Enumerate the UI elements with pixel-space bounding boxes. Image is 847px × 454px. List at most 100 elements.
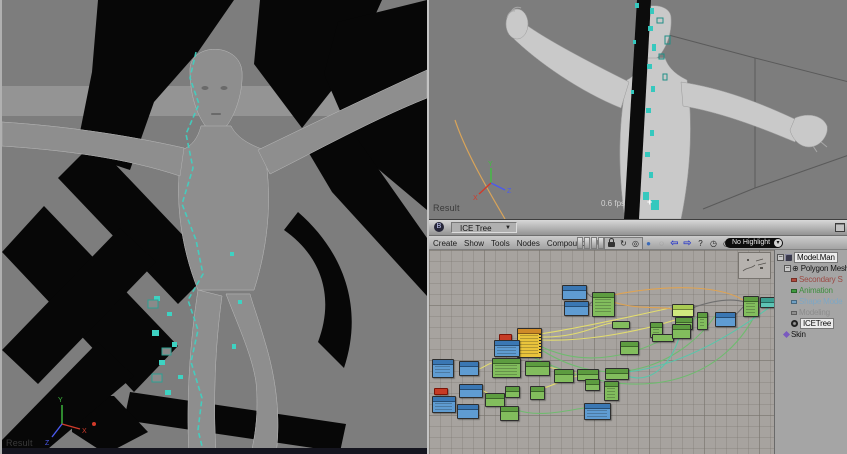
node-header <box>460 385 482 390</box>
graph-node[interactable] <box>517 328 542 358</box>
nav-back-button[interactable]: ⇦ <box>669 238 680 249</box>
node-header <box>716 313 735 318</box>
lock-icon <box>608 242 615 247</box>
navigator-marks <box>739 253 770 278</box>
expander-icon[interactable]: − <box>784 265 791 272</box>
graph-node[interactable] <box>434 388 448 395</box>
graph-node[interactable] <box>697 312 708 330</box>
node-header <box>531 387 544 392</box>
graph-node[interactable] <box>530 386 545 400</box>
expander-icon[interactable]: − <box>777 254 784 261</box>
graph-node[interactable] <box>652 334 674 342</box>
explorer-tree: −Model.Man−⊕Polygon MeshSecondary SAnima… <box>775 250 847 340</box>
graph-node[interactable] <box>743 296 759 317</box>
chevron-down-icon: ▼ <box>505 223 511 234</box>
graph-node[interactable] <box>592 292 615 317</box>
viewport-right[interactable]: Y Z X Result <box>429 0 847 219</box>
graph-node[interactable] <box>432 396 456 413</box>
axis-y-label: Y <box>58 397 63 404</box>
explorer-label: Polygon Mesh <box>801 264 847 273</box>
graph-node[interactable] <box>500 406 519 421</box>
axis-z-label-right: Z <box>507 188 512 195</box>
viewport-left-result-label: Result <box>6 438 33 448</box>
node-header <box>501 407 518 412</box>
toolbar-buttons: ●◌⇦⇨?◷◶ <box>643 237 732 249</box>
graph-node[interactable] <box>760 297 775 308</box>
menu-nodes[interactable]: Nodes <box>517 239 540 248</box>
flag-icon <box>791 300 797 304</box>
explorer-label: Animation <box>799 286 833 295</box>
explorer-item-polygon-mesh[interactable]: −⊕Polygon Mesh <box>775 263 847 274</box>
graph-node[interactable] <box>672 324 691 339</box>
separator <box>577 237 583 249</box>
nav-forward-button[interactable]: ⇨ <box>682 238 693 249</box>
explorer-item-secondary-s[interactable]: Secondary S <box>775 274 847 285</box>
timer-button[interactable]: ◷ <box>708 238 719 249</box>
separator <box>591 237 597 249</box>
graph-node[interactable] <box>612 321 630 329</box>
viewport-right-result-label: Result <box>433 203 460 213</box>
menu-tools[interactable]: Tools <box>491 239 510 248</box>
lock-button[interactable] <box>606 238 617 249</box>
node-header <box>518 329 541 334</box>
node-header <box>651 323 662 328</box>
node-ports <box>539 334 541 355</box>
globe-button[interactable]: ● <box>643 238 654 249</box>
graph-node[interactable] <box>585 379 600 391</box>
node-header <box>563 286 586 291</box>
graph-node[interactable] <box>584 403 611 420</box>
explorer-item-icetree[interactable]: ICETree <box>775 318 847 329</box>
help-button[interactable]: ? <box>695 238 706 249</box>
explorer-item-skin[interactable]: Skin <box>775 329 847 340</box>
explorer-item-modeling[interactable]: Modeling <box>775 307 847 318</box>
toolbar-separators <box>577 237 605 249</box>
toolbar-button-panel: ↻◎ <box>604 237 643 250</box>
highlight-dropdown[interactable]: No Highlight ▾ <box>725 238 783 248</box>
menu-show[interactable]: Show <box>464 239 484 248</box>
menu-create[interactable]: Create <box>433 239 457 248</box>
node-header <box>586 380 599 385</box>
node-connections <box>429 250 775 454</box>
explorer-item-animation[interactable]: Animation <box>775 285 847 296</box>
node-graph-canvas[interactable] <box>429 250 775 454</box>
node-header <box>676 318 692 323</box>
graph-node[interactable] <box>620 341 639 355</box>
graph-node[interactable] <box>604 381 619 401</box>
node-header <box>458 405 478 410</box>
node-header <box>698 313 707 318</box>
chevron-down-icon: ▾ <box>774 239 782 247</box>
explorer-label: Shape Mode <box>799 297 842 306</box>
explorer-item-model-man[interactable]: − Model.Man <box>775 252 847 263</box>
graph-node[interactable] <box>432 359 454 378</box>
graph-node[interactable] <box>672 304 694 317</box>
graph-node[interactable] <box>715 312 736 327</box>
graph-node[interactable] <box>457 404 479 419</box>
graph-node[interactable] <box>554 369 574 383</box>
flag-icon <box>791 278 797 282</box>
ice-tree-icon[interactable]: B <box>434 222 444 232</box>
graph-node[interactable] <box>459 384 483 398</box>
explorer-panel: −Model.Man−⊕Polygon MeshSecondary SAnima… <box>775 250 847 454</box>
view-selector-dropdown[interactable]: ICE Tree ▼ <box>451 222 517 233</box>
graph-node[interactable] <box>505 386 520 398</box>
graph-node[interactable] <box>485 393 505 407</box>
graph-node[interactable] <box>605 368 629 380</box>
explorer-label: Model.Man <box>794 252 838 263</box>
explorer-label: Secondary S <box>799 275 843 284</box>
graph-node[interactable] <box>564 301 589 316</box>
explorer-item-shape-mode[interactable]: Shape Mode <box>775 296 847 307</box>
gear-icon <box>791 320 798 327</box>
target-button[interactable]: ◎ <box>630 238 641 249</box>
graph-node[interactable] <box>525 361 550 376</box>
ghost-button[interactable]: ◌ <box>656 238 667 249</box>
graph-node[interactable] <box>562 285 587 300</box>
refresh-button[interactable]: ↻ <box>618 238 629 249</box>
graph-node[interactable] <box>459 361 479 376</box>
separator <box>584 237 590 249</box>
graph-node[interactable] <box>494 340 520 357</box>
viewport-bottom-strip <box>2 448 427 454</box>
graph-navigator-thumbnail[interactable] <box>738 252 771 279</box>
graph-node[interactable] <box>492 358 521 378</box>
window-restore-button[interactable] <box>835 223 845 232</box>
viewport-left[interactable]: Y X Z Result <box>2 0 429 454</box>
